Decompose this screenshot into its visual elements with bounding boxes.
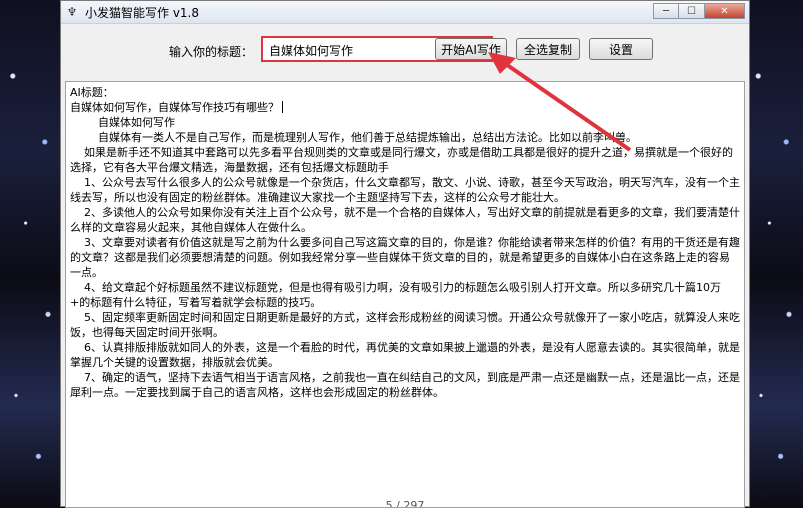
close-icon[interactable]: ✕ — [705, 3, 745, 19]
start-ai-writing-button[interactable]: 开始AI写作 — [435, 38, 507, 60]
content-line: 6、认真排版排版就如同人的外表，这是一个看脸的时代，再优美的文章如果披上邋遢的外… — [70, 341, 740, 369]
settings-button[interactable]: 设置 — [589, 38, 653, 60]
text-caret — [282, 101, 283, 113]
content-line: 1、公众号去写什么很多人的公众号就像是一个杂货店，什么文章都写，散文、小说、诗歌… — [70, 176, 740, 204]
desktop-background-right — [747, 0, 803, 507]
app-window: ♆ 小发猫智能写作 v1.8 ─ ☐ ✕ 输入你的标题： 自媒体如何写作 开始A… — [60, 0, 750, 508]
window-title: 小发猫智能写作 v1.8 — [85, 5, 200, 20]
content-line: 3、文章要对读者有价值这就是写之前为什么要多问自己写这篇文章的目的，你是谁？你能… — [70, 236, 740, 279]
content-line: 自媒体如何写作 — [70, 116, 175, 129]
select-all-copy-button[interactable]: 全选复制 — [516, 38, 580, 60]
maximize-icon[interactable]: ☐ — [679, 3, 705, 19]
content-line: 自媒体如何写作，自媒体写作技巧有哪些？ — [70, 100, 740, 115]
content-line: 5、固定频率更新固定时间和固定日期更新是最好的方式，这样会形成粉丝的阅读习惯。开… — [70, 311, 740, 339]
title-prompt-label: 输入你的标题： — [169, 45, 254, 59]
title-bar[interactable]: ♆ 小发猫智能写作 v1.8 ─ ☐ ✕ — [61, 1, 749, 24]
minimize-icon[interactable]: ─ — [653, 3, 679, 19]
content-line: 如果是新手还不知道其中套路可以先多看平台规则类的文章或是同行爆文，亦或是借助工具… — [70, 146, 733, 174]
content-line: 自媒体有一类人不是自己写作，而是梳理别人写作，他们善于总结提炼输出，总结出方法论… — [70, 131, 637, 144]
output-text-area[interactable]: AI标题： 自媒体如何写作，自媒体写作技巧有哪些？ 自媒体如何写作 自媒体有一类… — [65, 81, 745, 508]
content-line: 7、确定的语气，坚持下去语气相当于语言风格，之前我也一直在纠结自己的文风，到底是… — [70, 371, 740, 399]
window-controls: ─ ☐ ✕ — [653, 3, 745, 21]
content-line: AI标题： — [70, 86, 114, 99]
cat-logo-icon: ♆ — [66, 5, 78, 19]
toolbar: 输入你的标题： 自媒体如何写作 开始AI写作 全选复制 设置 — [61, 36, 749, 66]
content-line: 2、多读他人的公众号如果你没有关注上百个公众号，就不是一个合格的自媒体人，写出好… — [70, 206, 740, 234]
content-line: 4、给文章起个好标题虽然不建议标题党，但是也得有吸引力啊，没有吸引力的标题怎么吸… — [70, 281, 721, 309]
desktop-background-left — [0, 0, 64, 507]
